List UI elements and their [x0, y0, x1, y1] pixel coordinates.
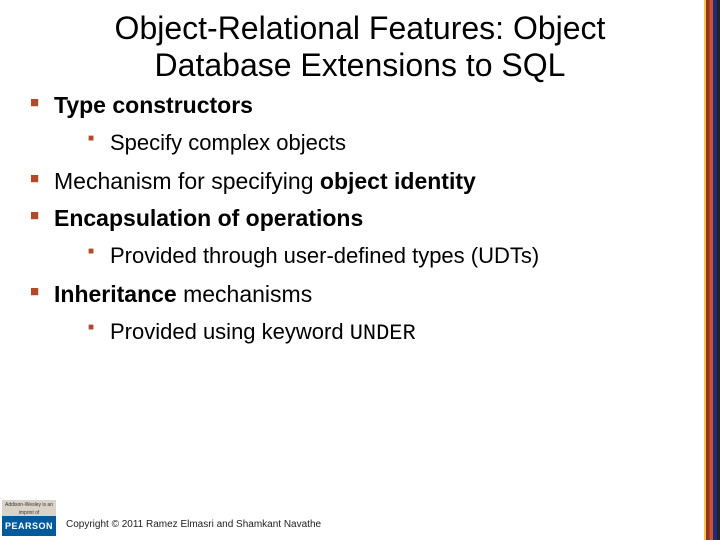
bullet-object-identity: Mechanism for specifying object identity	[26, 166, 694, 197]
bullet-text-suffix: mechanisms	[177, 281, 312, 307]
bullet-text: Type constructors	[54, 92, 253, 118]
bullet-text-prefix: Mechanism for specifying	[54, 168, 320, 194]
copyright-text: Copyright © 2011 Ramez Elmasri and Shamk…	[66, 519, 321, 530]
bullet-type-constructors: Type constructors Specify complex object…	[26, 90, 694, 158]
bullet-encapsulation: Encapsulation of operations Provided thr…	[26, 203, 694, 271]
bullet-text-em: object identity	[320, 168, 476, 194]
slide-title: Object-Relational Features: Object Datab…	[0, 0, 720, 84]
sub-list: Provided using keyword UNDER	[54, 316, 694, 349]
sub-bullet-complex-objects: Specify complex objects	[54, 127, 694, 158]
slide-body: Type constructors Specify complex object…	[0, 90, 720, 349]
logo-imprint-text: Addison-Wesley is an imprint of	[2, 500, 56, 516]
decorative-edge-stripe	[702, 0, 720, 540]
slide-footer: Addison-Wesley is an imprint of PEARSON …	[0, 496, 720, 540]
sub-list: Specify complex objects	[54, 127, 694, 158]
sub-bullet-text: Provided through user-defined types (UDT…	[110, 243, 539, 268]
bullet-text: Encapsulation of operations	[54, 205, 363, 231]
code-under: UNDER	[350, 321, 416, 346]
bullet-text-em: Inheritance	[54, 281, 177, 307]
sub-bullet-text-prefix: Provided using keyword	[110, 319, 350, 344]
sub-bullet-udts: Provided through user-defined types (UDT…	[54, 240, 694, 271]
sub-list: Provided through user-defined types (UDT…	[54, 240, 694, 271]
sub-bullet-text: Specify complex objects	[110, 130, 346, 155]
publisher-logo: Addison-Wesley is an imprint of PEARSON	[2, 500, 56, 538]
bullet-list: Type constructors Specify complex object…	[26, 90, 694, 349]
logo-pearson: PEARSON	[2, 516, 56, 536]
bullet-inheritance: Inheritance mechanisms Provided using ke…	[26, 279, 694, 349]
sub-bullet-under: Provided using keyword UNDER	[54, 316, 694, 349]
slide: Object-Relational Features: Object Datab…	[0, 0, 720, 540]
